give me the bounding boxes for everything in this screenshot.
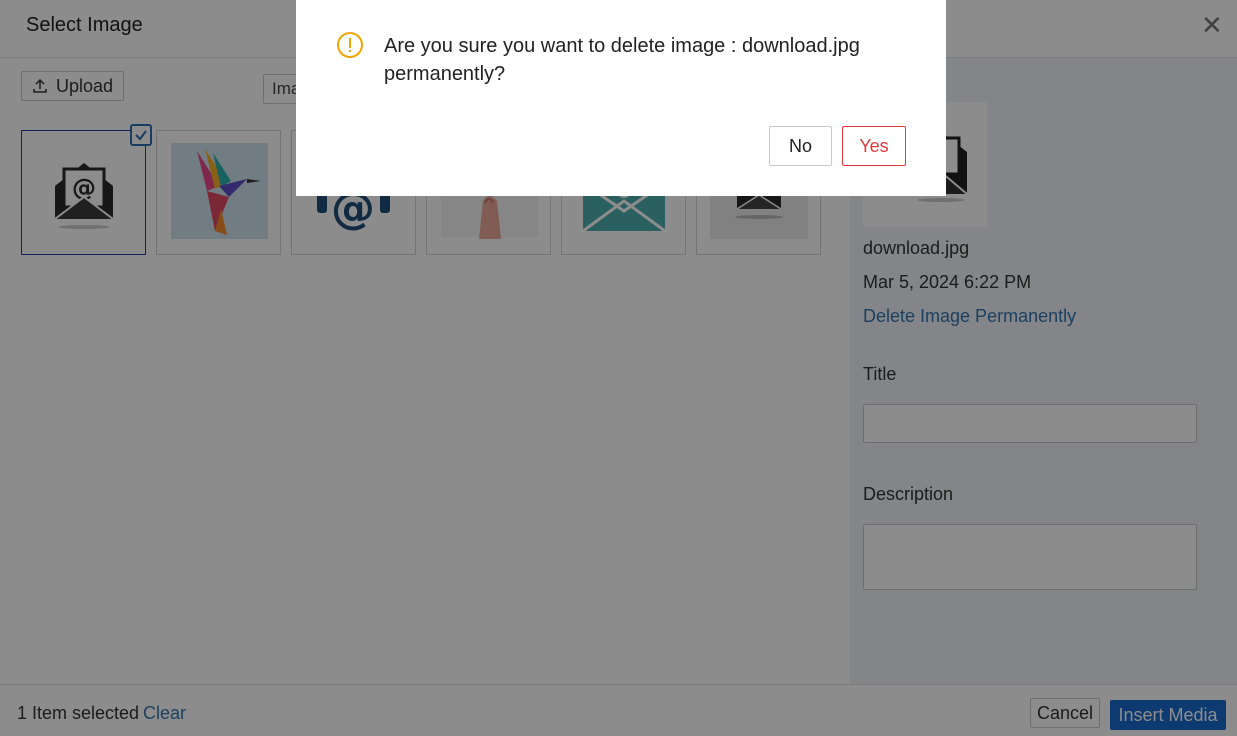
warning-icon	[337, 32, 363, 58]
confirm-delete-dialog: Are you sure you want to delete image : …	[296, 0, 946, 196]
no-button[interactable]: No	[769, 126, 832, 166]
yes-button[interactable]: Yes	[842, 126, 906, 166]
confirm-message: Are you sure you want to delete image : …	[384, 35, 860, 85]
